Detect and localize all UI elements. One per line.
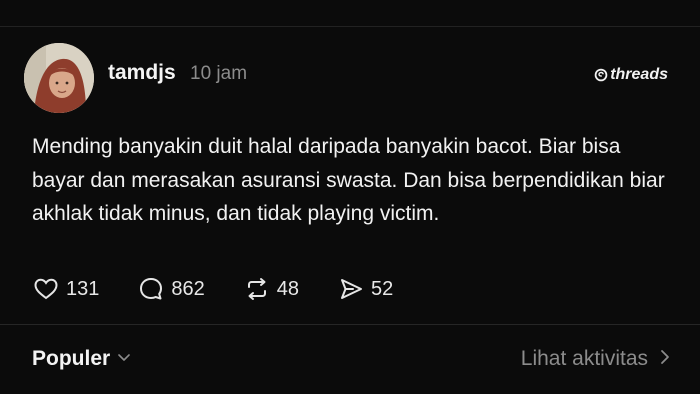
sort-dropdown[interactable]: Populer [32,347,132,371]
avatar[interactable] [24,43,94,113]
threads-logo-icon [594,68,608,82]
chevron-down-icon [116,347,132,371]
view-activity-link[interactable]: Lihat aktivitas [521,347,672,371]
brand-label: threads [610,66,668,83]
like-button[interactable]: 131 [32,275,99,303]
reply-button[interactable]: 862 [137,275,205,303]
sort-label: Populer [32,347,111,370]
like-count: 131 [66,277,100,300]
share-button[interactable]: 52 [337,275,393,303]
divider [0,324,700,325]
activity-label: Lihat aktivitas [520,347,648,370]
repost-icon [243,275,271,303]
send-icon [337,275,365,303]
post-actions: 131 862 48 52 [32,274,393,304]
repost-button[interactable]: 48 [243,275,299,303]
heart-icon [32,275,60,303]
truncated-previous-text [0,0,700,6]
repost-count: 48 [276,277,299,300]
post-time: 10 jam [190,63,248,84]
comment-icon [137,275,165,303]
threads-brand: threads [594,66,668,84]
avatar-image [24,43,94,113]
share-count: 52 [371,277,394,300]
username[interactable]: tamdjs [108,61,176,85]
post-text: Mending banyakin duit halal daripada ban… [32,135,665,225]
chevron-right-icon [658,347,672,371]
divider [0,26,700,27]
reply-count: 862 [171,277,205,300]
